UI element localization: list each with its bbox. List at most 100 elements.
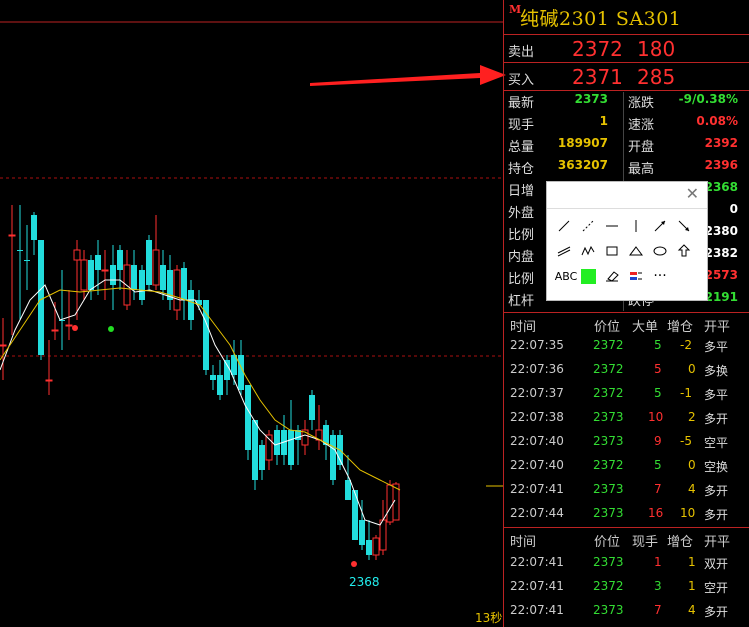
table-row[interactable]: 22:07:44 2373 16 10 多开 [504,502,749,526]
tick-big-order: 5 [654,362,662,376]
dotted-line-icon[interactable] [578,216,598,236]
tick-time: 22:07:36 [510,362,564,376]
trade-price: 2373 [593,555,624,569]
quote-label: 最新 [508,96,535,111]
signal-dot-red [351,561,357,567]
triangle-icon[interactable] [626,241,646,261]
tick-position-change: 4 [688,482,696,496]
tick-price: 2372 [593,386,624,400]
bid-label: 买入 [508,73,535,88]
quote-label: 开盘 [628,140,655,155]
tick-open-close: 多换 [704,364,729,378]
tick-open-close: 多开 [704,412,729,426]
eraser-icon[interactable] [602,266,622,286]
candle-body [359,520,365,545]
candle [188,280,194,330]
table-row[interactable]: 22:07:41 2373 1 1 双开 [504,551,749,575]
candle [31,212,37,255]
drawing-toolbox[interactable]: ✕ ABC ··· [546,181,708,301]
quote-value: -9/0.38% [678,92,738,106]
table-row[interactable]: 22:07:41 2372 3 1 空开 [504,575,749,599]
marker-icon[interactable] [626,266,646,286]
column-header: 价位 [594,320,621,335]
column-header: 增仓 [667,320,694,335]
polyline-icon[interactable] [578,241,598,261]
toolbox-titlebar[interactable]: ✕ [547,182,707,209]
horizontal-line-icon[interactable] [602,216,622,236]
trade-time: 22:07:41 [510,579,564,593]
table-row[interactable]: 22:07:41 2373 7 4 多开 [504,599,749,623]
candle [88,255,94,300]
quote-right-row: 涨跌 -9/0.38% [628,92,738,112]
candle-body [131,265,137,290]
tick-price: 2373 [593,506,624,520]
column-header: 时间 [510,535,537,550]
vertical-line-icon[interactable] [626,216,646,236]
table-row[interactable]: 22:07:35 2372 5 -2 多平 [504,334,749,358]
candle-body [95,255,101,270]
line-icon[interactable] [554,216,574,236]
candle-body [8,234,16,237]
tick-position-change: 10 [680,506,696,520]
ask-row[interactable]: 卖出 2372 180 [504,35,749,63]
quote-right-row: 开盘 2392 [628,136,738,156]
column-header: 时间 [510,320,537,335]
quote-label: 最高 [628,162,655,177]
quote-left-row: 现手 1 [508,114,608,134]
candle-body [139,270,145,300]
quote-label: 速涨 [628,118,655,133]
quote-value: 2396 [704,158,738,172]
arrow-up-icon[interactable] [650,216,670,236]
text-icon[interactable]: ABC [554,266,578,286]
tick-open-close: 多开 [704,508,729,522]
candle-body [160,265,166,290]
color-icon[interactable] [578,266,598,286]
candle [181,262,187,320]
table-row[interactable]: 22:07:40 2373 9 -5 空平 [504,430,749,454]
table-row[interactable]: 22:07:41 2373 7 4 多开 [504,478,749,502]
tick-big-order: 5 [654,386,662,400]
table-row[interactable]: 22:07:40 2372 5 0 空换 [504,454,749,478]
tick-open-close: 空平 [704,436,729,450]
parallel-lines-icon[interactable] [554,241,574,261]
more-icon[interactable]: ··· [650,266,670,286]
table-row[interactable]: 22:07:36 2372 5 0 多换 [504,358,749,382]
candle-body [110,265,116,285]
candle-body [372,537,380,556]
table-row[interactable]: 22:07:38 2373 10 2 多开 [504,406,749,430]
candle [345,455,351,500]
candle [245,385,251,460]
tick-position-change: -5 [680,434,692,448]
ellipse-icon[interactable] [650,241,670,261]
tick-open-close: 多平 [704,388,729,402]
trade-open-close: 多开 [704,605,729,619]
quote-label: 涨跌 [628,96,655,111]
rectangle-icon[interactable] [602,241,622,261]
quote-label: 外盘 [508,206,535,221]
close-icon[interactable]: ✕ [686,184,699,203]
arrow-down-icon[interactable] [674,216,694,236]
candle-body [80,259,88,291]
signal-dot-red [72,325,78,331]
candle [117,245,123,290]
trade-open-close: 空开 [704,581,729,595]
quote-value: 2373 [574,92,608,106]
candle [0,318,7,380]
quote-value: 0.08% [696,114,738,128]
divider [504,527,749,528]
quote-left-row: 持仓 363207 [508,158,608,178]
trade-position-change: 4 [688,603,696,617]
table-row[interactable]: 22:07:37 2372 5 -1 多平 [504,382,749,406]
candle [80,250,88,300]
trade-price: 2373 [593,603,624,617]
candle [146,235,152,290]
candle-body [386,484,394,523]
candle [281,415,287,465]
up-arrow-shape-icon[interactable] [674,241,694,261]
candle-body [173,269,181,311]
candle [315,405,323,450]
candle-body [65,324,73,327]
bid-row[interactable]: 买入 2371 285 [504,63,749,91]
ask-price: 2372 [572,37,623,61]
candle [139,265,145,305]
